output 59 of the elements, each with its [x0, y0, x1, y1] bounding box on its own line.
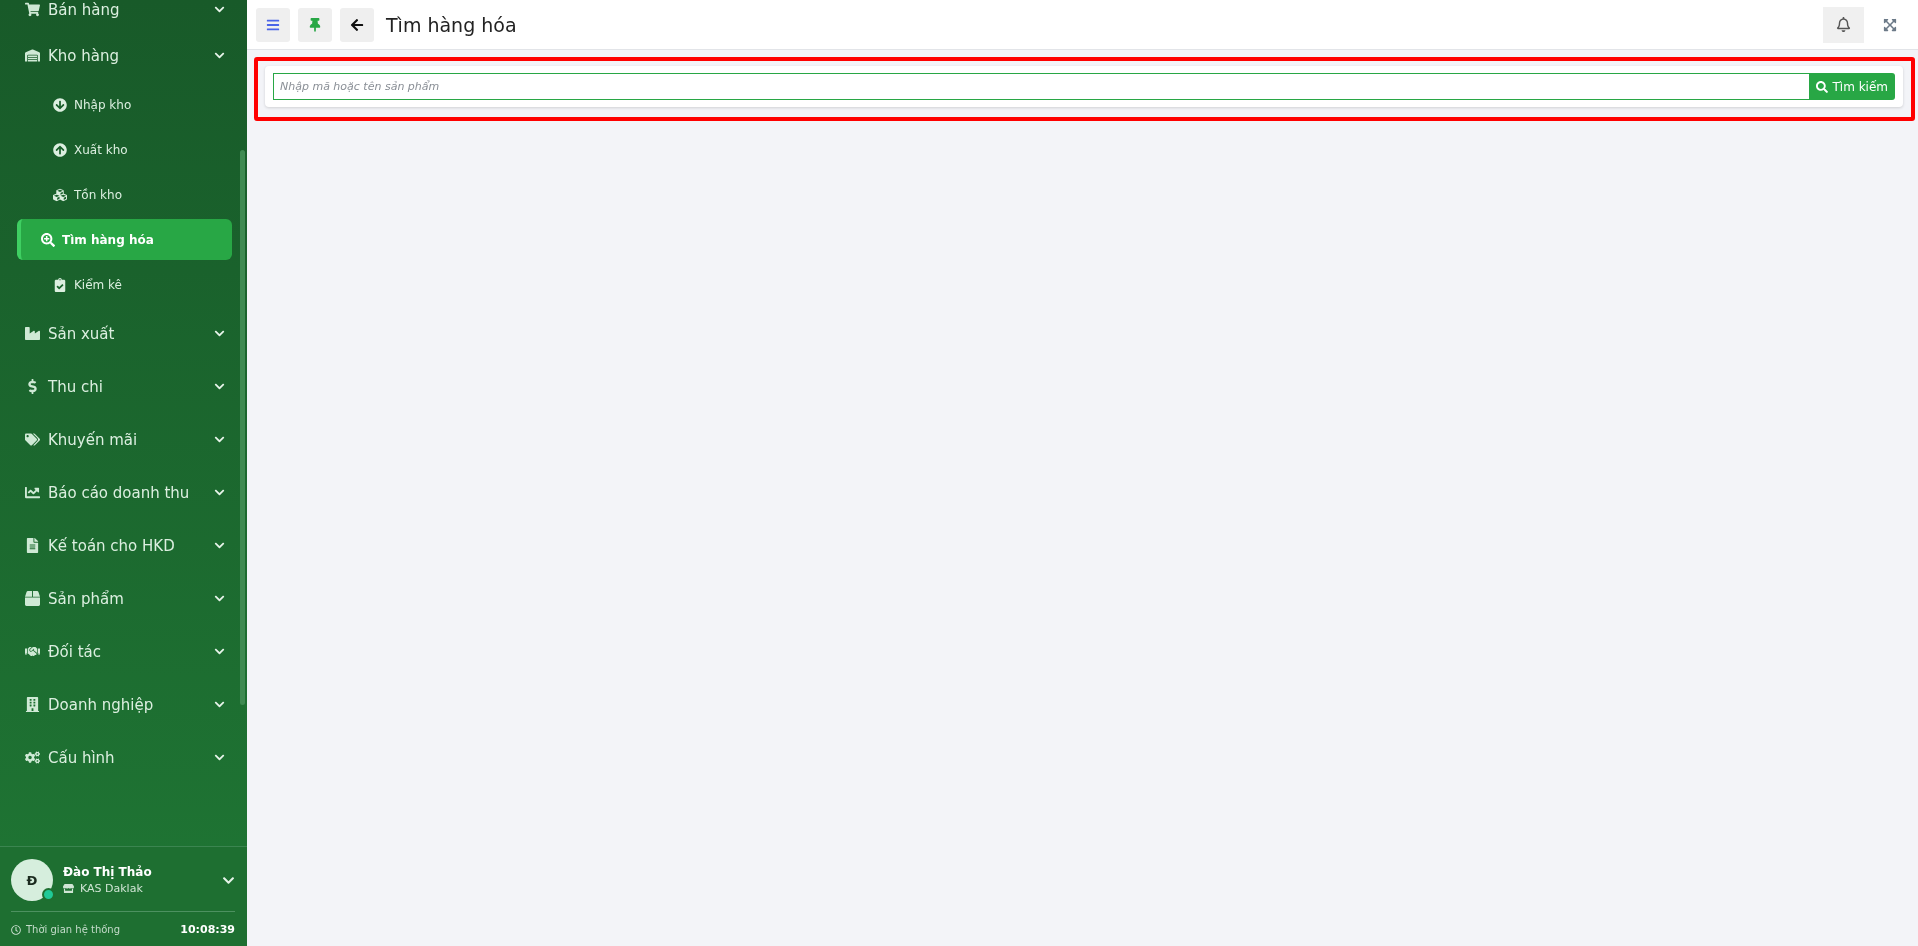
submenu-item[interactable]: Tìm hàng hóa: [17, 219, 232, 260]
menu-item[interactable]: Đối tác: [0, 625, 247, 678]
time-label: Thời gian hệ thống: [26, 924, 121, 935]
search-field[interactable]: Nhập mã hoặc tên sản phẩm: [273, 73, 1810, 100]
menu-item[interactable]: Khuyến mãi: [0, 413, 247, 466]
chevron-down-icon: [214, 487, 225, 498]
warehouse-icon: [22, 48, 42, 63]
menu-button[interactable]: [256, 7, 290, 42]
chevron-down-icon: [214, 328, 225, 339]
clipboard-check-icon: [53, 277, 67, 292]
menu-item[interactable]: Cấu hình: [0, 731, 247, 784]
menu-item[interactable]: Sản xuất: [0, 307, 247, 360]
chevron-down-icon: [214, 699, 225, 710]
page-title: Tìm hàng hóa: [386, 13, 518, 36]
gears-icon: [22, 750, 42, 765]
menu-item[interactable]: Doanh nghiệp: [0, 678, 247, 731]
chevron-down-icon: [214, 752, 225, 763]
menu-icon: [266, 17, 280, 32]
store-icon: [63, 883, 74, 894]
zoom-in-icon: [41, 232, 55, 247]
search-button[interactable]: Tìm kiếm: [1809, 73, 1895, 100]
menu-item[interactable]: Kho hàng: [0, 29, 247, 82]
menu-item[interactable]: Thu chi: [0, 360, 247, 413]
menu-item[interactable]: Báo cáo doanh thu: [0, 466, 247, 519]
avatar: Đ: [11, 859, 53, 901]
menu-item[interactable]: Sản phẩm: [0, 572, 247, 625]
cubes-icon: [53, 187, 67, 202]
tags-icon: [22, 432, 42, 447]
back-button[interactable]: [340, 7, 374, 42]
pin-icon: [308, 17, 322, 32]
chevron-down-icon: [214, 593, 225, 604]
bell-icon: [1836, 17, 1851, 32]
scrollbar[interactable]: [240, 150, 245, 705]
chevron-down-icon: [214, 50, 225, 61]
chevron-down-icon: [214, 646, 225, 657]
chevron-down-icon: [214, 540, 225, 551]
menu-item[interactable]: Kế toán cho HKD: [0, 519, 247, 572]
arrow-left-icon: [350, 17, 364, 32]
submenu-item[interactable]: Nhập kho: [17, 84, 232, 125]
submenu-item[interactable]: Kiểm kê: [17, 264, 232, 305]
chevron-down-icon: [214, 381, 225, 392]
menu-item[interactable]: Bán hàng: [0, 0, 247, 29]
submenu-item[interactable]: Xuất kho: [17, 129, 232, 170]
pin-button[interactable]: [298, 7, 332, 42]
chevron-down-icon: [214, 4, 225, 15]
cart-icon: [22, 2, 42, 17]
store-name: KAS Daklak: [80, 882, 143, 895]
submenu-item[interactable]: Tồn kho: [17, 174, 232, 215]
search-icon: [1816, 80, 1829, 93]
expand-icon: [1883, 17, 1897, 32]
time-value: 10:08:39: [180, 923, 235, 936]
factory-icon: [22, 326, 42, 341]
user-name: Đào Thị Thảo: [63, 865, 153, 879]
notification-button[interactable]: [1823, 6, 1864, 43]
box-icon: [22, 591, 42, 606]
handshake-icon: [22, 644, 42, 659]
chevron-down-icon: [214, 434, 225, 445]
line-chart-icon: [22, 485, 42, 500]
clock-icon: [11, 924, 21, 935]
